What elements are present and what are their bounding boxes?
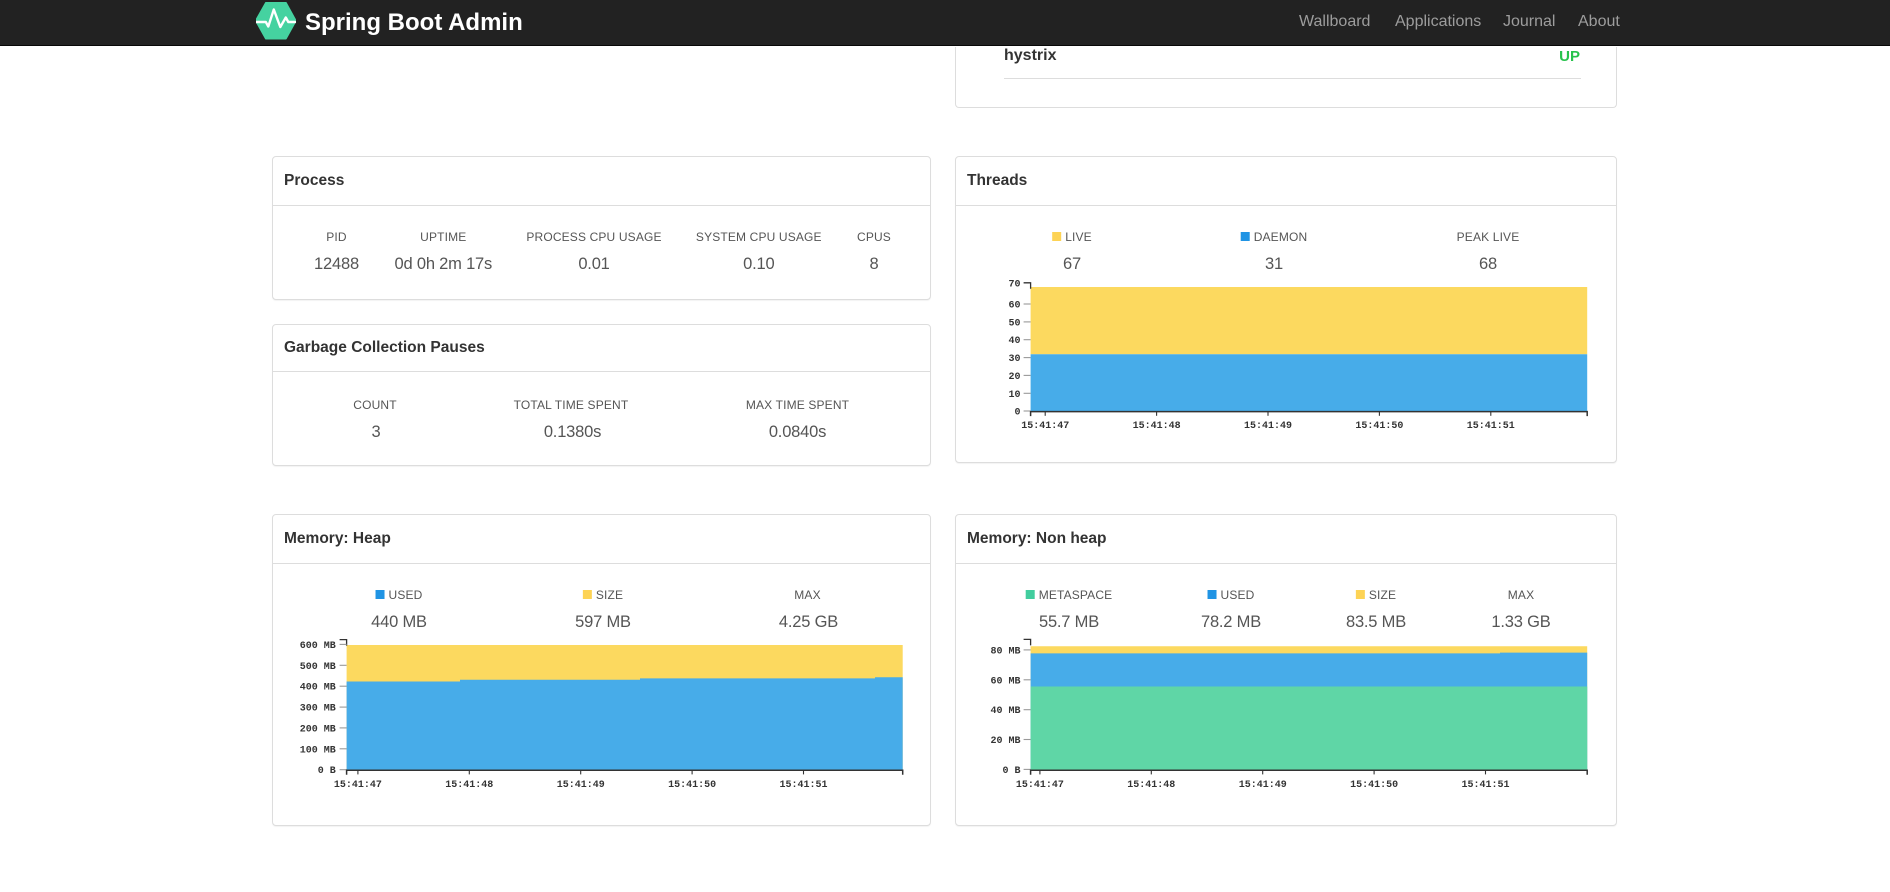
- svg-text:40: 40: [1008, 336, 1020, 347]
- svg-text:40 MB: 40 MB: [990, 706, 1020, 717]
- svg-text:15:41:48: 15:41:48: [445, 780, 493, 791]
- svg-text:15:41:51: 15:41:51: [1467, 421, 1515, 432]
- svg-text:60: 60: [1008, 301, 1020, 312]
- svg-text:15:41:47: 15:41:47: [334, 780, 382, 791]
- svg-text:200 MB: 200 MB: [300, 724, 336, 735]
- svg-text:15:41:47: 15:41:47: [1021, 421, 1069, 432]
- svg-text:15:41:48: 15:41:48: [1133, 421, 1181, 432]
- svg-text:30: 30: [1008, 354, 1020, 365]
- svg-text:15:41:51: 15:41:51: [779, 780, 827, 791]
- svg-text:80 MB: 80 MB: [990, 646, 1020, 657]
- svg-text:60 MB: 60 MB: [990, 676, 1020, 687]
- svg-text:15:41:49: 15:41:49: [557, 780, 605, 791]
- svg-text:0 B: 0 B: [318, 766, 336, 777]
- svg-text:15:41:50: 15:41:50: [668, 780, 716, 791]
- svg-text:15:41:49: 15:41:49: [1244, 421, 1292, 432]
- svg-text:300 MB: 300 MB: [300, 704, 336, 715]
- svg-text:600 MB: 600 MB: [300, 641, 336, 652]
- svg-text:20 MB: 20 MB: [990, 736, 1020, 747]
- svg-text:0: 0: [1014, 408, 1020, 419]
- svg-text:500 MB: 500 MB: [300, 662, 336, 673]
- svg-text:15:41:47: 15:41:47: [1016, 780, 1064, 791]
- svg-text:400 MB: 400 MB: [300, 683, 336, 694]
- svg-text:15:41:51: 15:41:51: [1461, 780, 1509, 791]
- svg-text:70: 70: [1008, 279, 1020, 290]
- svg-text:15:41:50: 15:41:50: [1350, 780, 1398, 791]
- svg-text:20: 20: [1008, 372, 1020, 383]
- svg-text:100 MB: 100 MB: [300, 745, 336, 756]
- svg-text:15:41:48: 15:41:48: [1127, 780, 1175, 791]
- svg-text:15:41:50: 15:41:50: [1355, 421, 1403, 432]
- svg-text:10: 10: [1008, 390, 1020, 401]
- svg-text:50: 50: [1008, 318, 1020, 329]
- svg-text:15:41:49: 15:41:49: [1239, 780, 1287, 791]
- svg-text:0 B: 0 B: [1002, 766, 1020, 777]
